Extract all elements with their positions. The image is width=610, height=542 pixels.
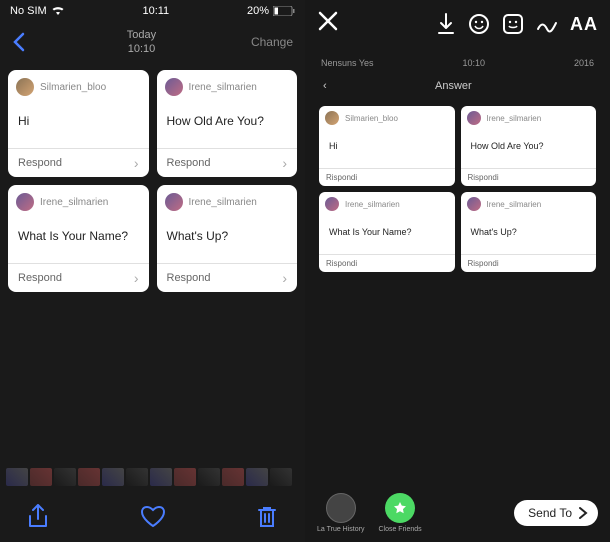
- draw-icon[interactable]: [536, 14, 558, 34]
- close-button[interactable]: [317, 10, 345, 38]
- question-card[interactable]: Irene_silmarien What Is Your Name? Respo…: [8, 185, 149, 292]
- thumbnail[interactable]: [30, 468, 52, 486]
- chevron-right-icon: [578, 506, 588, 520]
- status-bar: No SIM 10:11 20%: [0, 0, 305, 22]
- inner-cards-grid: Silmarien_bloo Hi Rispondi Irene_silmari…: [309, 100, 606, 278]
- question-card[interactable]: Silmarien_bloo Hi Respond›: [8, 70, 149, 177]
- film-strip[interactable]: [0, 468, 305, 488]
- share-toolbar: La True History Close Friends Send To: [305, 484, 610, 542]
- thumbnail[interactable]: [102, 468, 124, 486]
- respond-button[interactable]: Respond›: [157, 148, 298, 177]
- question-text: Hi: [329, 141, 338, 151]
- chevron-right-icon: ›: [282, 270, 287, 286]
- respond-button[interactable]: Respond›: [8, 263, 149, 292]
- respond-button[interactable]: Rispondi: [319, 254, 455, 272]
- respond-button[interactable]: Respond›: [8, 148, 149, 177]
- question-text: What's Up?: [167, 229, 229, 243]
- top-actions: AA: [305, 0, 610, 48]
- delete-button[interactable]: [253, 503, 281, 531]
- bottom-toolbar: [0, 492, 305, 542]
- inner-back-icon[interactable]: ‹: [323, 80, 327, 92]
- question-card[interactable]: Irene_silmarien What Is Your Name? Rispo…: [319, 192, 455, 272]
- question-text: What Is Your Name?: [18, 229, 128, 243]
- star-circle-icon: [385, 493, 415, 523]
- username: Irene_silmarien: [40, 197, 108, 208]
- respond-button[interactable]: Rispondi: [319, 168, 455, 186]
- username: Irene_silmarien: [487, 114, 542, 123]
- your-story-option[interactable]: La True History: [317, 493, 364, 533]
- heart-icon: [140, 506, 166, 528]
- trash-icon: [257, 505, 277, 529]
- thumbnail[interactable]: [150, 468, 172, 486]
- thumbnail[interactable]: [198, 468, 220, 486]
- avatar-icon: [16, 78, 34, 96]
- right-phone: AA Nensuns Yes 10:10 2016 ‹ Answer Silma…: [305, 0, 610, 542]
- question-text: What's Up?: [471, 227, 517, 237]
- chevron-right-icon: ›: [134, 270, 139, 286]
- left-phone: No SIM 10:11 20% Today 10:10 Change Silm…: [0, 0, 305, 542]
- question-card[interactable]: Irene_silmarien How Old Are You? Rispond…: [461, 106, 597, 186]
- time: 10:11: [142, 5, 169, 17]
- avatar-icon: [467, 111, 481, 125]
- share-button[interactable]: [24, 503, 52, 531]
- thumbnail[interactable]: [246, 468, 268, 486]
- username: Irene_silmarien: [189, 82, 257, 93]
- respond-button[interactable]: Rispondi: [461, 254, 597, 272]
- avatar-icon: [165, 78, 183, 96]
- back-button[interactable]: [12, 32, 32, 52]
- question-card[interactable]: Irene_silmarien How Old Are You? Respond…: [157, 70, 298, 177]
- send-to-button[interactable]: Send To: [514, 500, 598, 526]
- question-card[interactable]: Irene_silmarien What's Up? Rispondi: [461, 192, 597, 272]
- thumbnail[interactable]: [54, 468, 76, 486]
- question-card[interactable]: Silmarien_bloo Hi Rispondi: [319, 106, 455, 186]
- favorite-button[interactable]: [139, 503, 167, 531]
- avatar-icon: [325, 197, 339, 211]
- sticker-icon[interactable]: [502, 13, 524, 35]
- nav-title[interactable]: Today 10:10: [32, 28, 251, 57]
- respond-button[interactable]: Rispondi: [461, 168, 597, 186]
- story-circle-icon: [326, 493, 356, 523]
- username: Irene_silmarien: [487, 200, 542, 209]
- username: Silmarien_bloo: [345, 114, 398, 123]
- thumbnail[interactable]: [6, 468, 28, 486]
- avatar-icon: [165, 193, 183, 211]
- avatar-icon: [467, 197, 481, 211]
- question-card[interactable]: Irene_silmarien What's Up? Respond›: [157, 185, 298, 292]
- question-text: How Old Are You?: [167, 114, 264, 128]
- chevron-right-icon: ›: [282, 155, 287, 171]
- close-friends-option[interactable]: Close Friends: [378, 493, 421, 533]
- question-text: Hi: [18, 114, 29, 128]
- emoji-icon[interactable]: [468, 13, 490, 35]
- cards-grid: Silmarien_bloo Hi Respond› Irene_silmari…: [0, 62, 305, 300]
- download-icon[interactable]: [436, 13, 456, 35]
- avatar-icon: [325, 111, 339, 125]
- question-text: What Is Your Name?: [329, 227, 412, 237]
- battery-icon: [273, 6, 295, 16]
- inner-status-bar: Nensuns Yes 10:10 2016: [309, 54, 606, 72]
- inner-nav: ‹ Answer: [309, 72, 606, 100]
- thumbnail[interactable]: [78, 468, 100, 486]
- thumbnail[interactable]: [174, 468, 196, 486]
- text-tool[interactable]: AA: [570, 14, 598, 35]
- close-icon: [317, 10, 339, 32]
- preview-area: Nensuns Yes 10:10 2016 ‹ Answer Silmarie…: [305, 48, 610, 542]
- avatar-icon: [16, 193, 34, 211]
- chevron-left-icon: [12, 32, 26, 52]
- carrier: No SIM: [10, 5, 47, 17]
- wifi-icon: [51, 6, 65, 16]
- username: Silmarien_bloo: [40, 82, 106, 93]
- respond-button[interactable]: Respond›: [157, 263, 298, 292]
- username: Irene_silmarien: [189, 197, 257, 208]
- thumbnail[interactable]: [270, 468, 292, 486]
- thumbnail[interactable]: [126, 468, 148, 486]
- username: Irene_silmarien: [345, 200, 400, 209]
- question-text: How Old Are You?: [471, 141, 544, 151]
- inner-nav-title: Answer: [435, 80, 472, 92]
- chevron-right-icon: ›: [134, 155, 139, 171]
- change-button[interactable]: Change: [251, 35, 293, 49]
- thumbnail[interactable]: [222, 468, 244, 486]
- share-icon: [27, 504, 49, 530]
- battery-percent: 20%: [247, 5, 269, 17]
- nav-header: Today 10:10 Change: [0, 22, 305, 62]
